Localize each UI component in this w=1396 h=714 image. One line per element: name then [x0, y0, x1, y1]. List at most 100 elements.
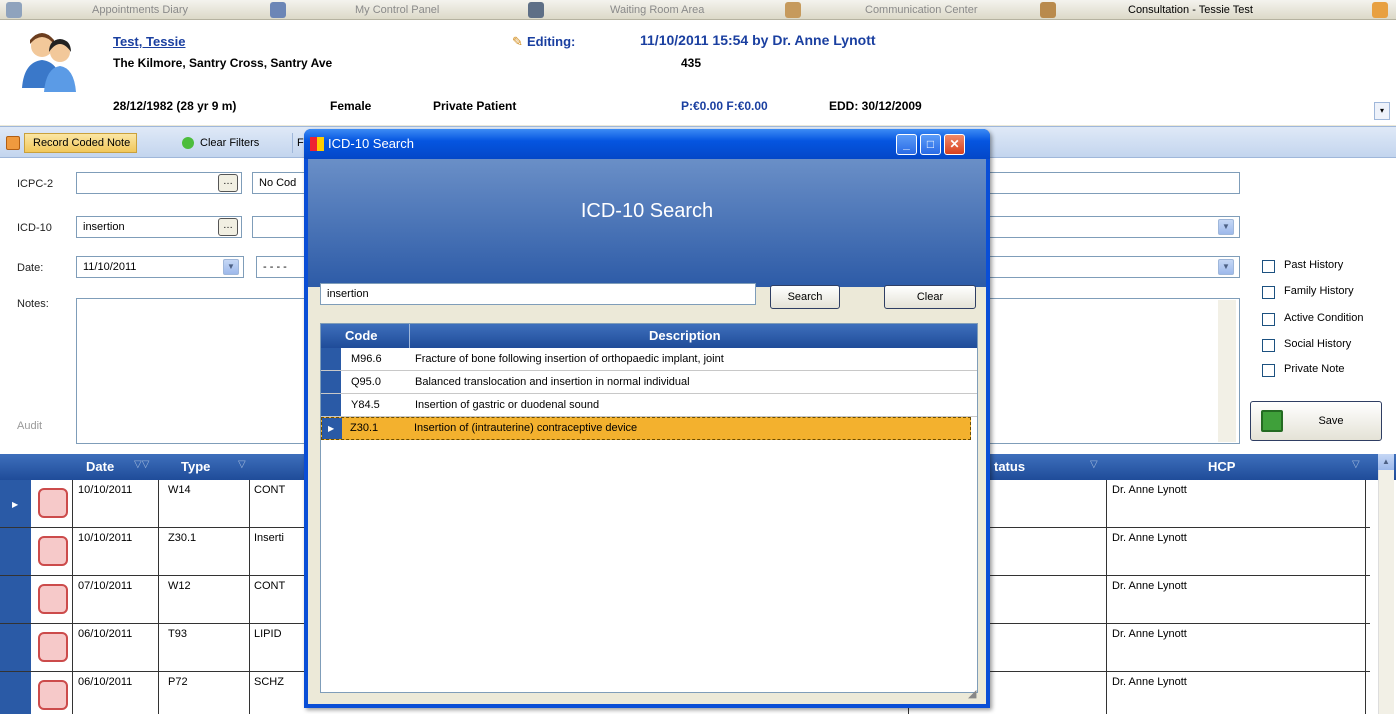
diary-icon	[6, 2, 22, 18]
result-code: Q95.0	[351, 376, 381, 388]
clear-filters-icon	[182, 137, 194, 149]
active-condition-checkbox[interactable]	[1262, 313, 1275, 326]
icd-label: ICD-10	[17, 222, 52, 234]
row-type: W14	[168, 484, 191, 496]
icpc-desc-field-right[interactable]	[988, 172, 1240, 194]
record-coded-note-button[interactable]: Record Coded Note	[24, 133, 138, 153]
date-filter-icon[interactable]: ▽▽	[134, 459, 149, 470]
row-date: 07/10/2011	[78, 580, 133, 592]
save-button[interactable]: Save	[1250, 401, 1382, 441]
result-row[interactable]: Q95.0 Balanced translocation and inserti…	[321, 371, 977, 394]
close-button[interactable]: ✕	[944, 134, 965, 155]
results-header-code[interactable]: Code	[345, 328, 378, 343]
row-hcp: Dr. Anne Lynott	[1112, 676, 1187, 688]
clear-filters-button[interactable]: Clear Filters	[200, 133, 259, 153]
icd-desc-field-right[interactable]	[988, 216, 1240, 238]
notes-textarea[interactable]	[76, 298, 304, 444]
family-history-label: Family History	[1284, 285, 1354, 297]
results-header: Code Description	[321, 324, 977, 348]
close-tab-icon[interactable]	[1372, 2, 1388, 18]
icd-dropdown-arrow[interactable]: ▼	[1218, 219, 1234, 235]
grid-header-date[interactable]: Date	[86, 459, 114, 474]
date-dropdown-arrow[interactable]: ▼	[223, 259, 239, 275]
patient-balance: P:€0.00 F:€0.00	[681, 99, 768, 113]
row-selector[interactable]	[0, 672, 32, 714]
social-history-checkbox[interactable]	[1262, 339, 1275, 352]
row-selector[interactable]	[0, 528, 32, 575]
active-condition-label: Active Condition	[1284, 312, 1364, 324]
row-selector[interactable]	[321, 394, 341, 416]
clear-button[interactable]: Clear	[884, 285, 976, 309]
icpc-desc-field[interactable]: No Cod	[252, 172, 304, 194]
result-row-selected[interactable]: ▶ Z30.1 Insertion of (intrauterine) cont…	[321, 417, 971, 440]
dialog-body: insertion Search Clear Code Description …	[308, 283, 986, 704]
time-field-right[interactable]	[988, 256, 1240, 278]
row-selector[interactable]	[321, 348, 341, 370]
grid-scroll-up-button[interactable]: ▲	[1378, 454, 1394, 470]
row-selector[interactable]	[0, 576, 32, 623]
private-note-label: Private Note	[1284, 363, 1345, 375]
grid-header-status[interactable]: tatus	[994, 459, 1025, 474]
icd-desc-field[interactable]	[252, 216, 304, 238]
row-date: 06/10/2011	[78, 676, 133, 688]
row-selector[interactable]: ▶	[322, 418, 342, 439]
notes-textarea-right[interactable]	[988, 298, 1240, 444]
maximize-button[interactable]: □	[920, 134, 941, 155]
row-date: 10/10/2011	[78, 532, 133, 544]
results-header-description[interactable]: Description	[649, 328, 721, 343]
result-description: Fracture of bone following insertion of …	[415, 353, 724, 365]
notes-scrollbar[interactable]	[1218, 300, 1236, 442]
status-filter-icon[interactable]: ▽	[1090, 459, 1098, 470]
result-code: Z30.1	[350, 422, 379, 434]
toolbar-partial-button[interactable]: F	[292, 133, 304, 153]
patient-name-link[interactable]: Test, Tessie	[113, 34, 186, 49]
row-type: Z30.1	[168, 532, 197, 544]
dialog-title: ICD-10 Search	[328, 136, 414, 151]
row-type: T93	[168, 628, 187, 640]
top-tab-bar: Appointments Diary My Control Panel Wait…	[0, 0, 1396, 20]
grid-scrollbar[interactable]	[1378, 454, 1394, 714]
family-history-checkbox[interactable]	[1262, 286, 1275, 299]
tab-waiting-room-area[interactable]: Waiting Room Area	[610, 0, 704, 20]
date-field[interactable]: 11/10/2011	[76, 256, 244, 278]
tab-communication-center[interactable]: Communication Center	[865, 0, 978, 20]
medical-kit-icon	[38, 584, 68, 614]
time-field[interactable]: - - - -	[256, 256, 304, 278]
result-row[interactable]: M96.6 Fracture of bone following inserti…	[321, 348, 977, 371]
row-type: W12	[168, 580, 191, 592]
row-selector[interactable]	[0, 624, 32, 671]
dialog-banner: ICD-10 Search	[308, 159, 986, 287]
header-dropdown-button[interactable]: ▾	[1374, 102, 1390, 120]
icpc-browse-button[interactable]: …	[218, 174, 238, 192]
icd-browse-button[interactable]: …	[218, 218, 238, 236]
resize-grip-icon[interactable]: ◢	[968, 687, 976, 700]
time-dropdown-arrow[interactable]: ▼	[1218, 259, 1234, 275]
minimize-button[interactable]: _	[896, 134, 917, 155]
type-filter-icon[interactable]: ▽	[238, 459, 246, 470]
grid-header-hcp[interactable]: HCP	[1208, 459, 1235, 474]
dialog-app-icon	[310, 137, 324, 151]
dialog-title-bar[interactable]: ICD-10 Search _ □ ✕	[304, 129, 990, 159]
grid-header-type[interactable]: Type	[181, 459, 210, 474]
consultation-icon	[1040, 2, 1056, 18]
patient-header: Test, Tessie The Kilmore, Santry Cross, …	[0, 20, 1396, 125]
private-note-checkbox[interactable]	[1262, 364, 1275, 377]
search-button[interactable]: Search	[770, 285, 840, 309]
patient-number: 435	[681, 56, 702, 70]
medical-kit-icon	[38, 632, 68, 662]
tab-consultation[interactable]: Consultation - Tessie Test	[1128, 0, 1253, 20]
patient-edd: EDD: 30/12/2009	[829, 99, 922, 113]
result-row[interactable]: Y84.5 Insertion of gastric or duodenal s…	[321, 394, 977, 417]
date-label: Date:	[17, 262, 44, 274]
tab-my-control-panel[interactable]: My Control Panel	[355, 0, 439, 20]
hcp-filter-icon[interactable]: ▽	[1352, 459, 1360, 470]
control-panel-icon	[270, 2, 286, 18]
waiting-room-icon	[528, 2, 544, 18]
row-selector[interactable]	[321, 371, 341, 393]
row-selector[interactable]: ▶	[0, 480, 32, 527]
icd-search-input[interactable]: insertion	[320, 283, 756, 305]
past-history-checkbox[interactable]	[1262, 260, 1275, 273]
tab-appointments-diary[interactable]: Appointments Diary	[92, 0, 188, 20]
result-code: M96.6	[351, 353, 382, 365]
icpc-label: ICPC-2	[17, 178, 54, 190]
